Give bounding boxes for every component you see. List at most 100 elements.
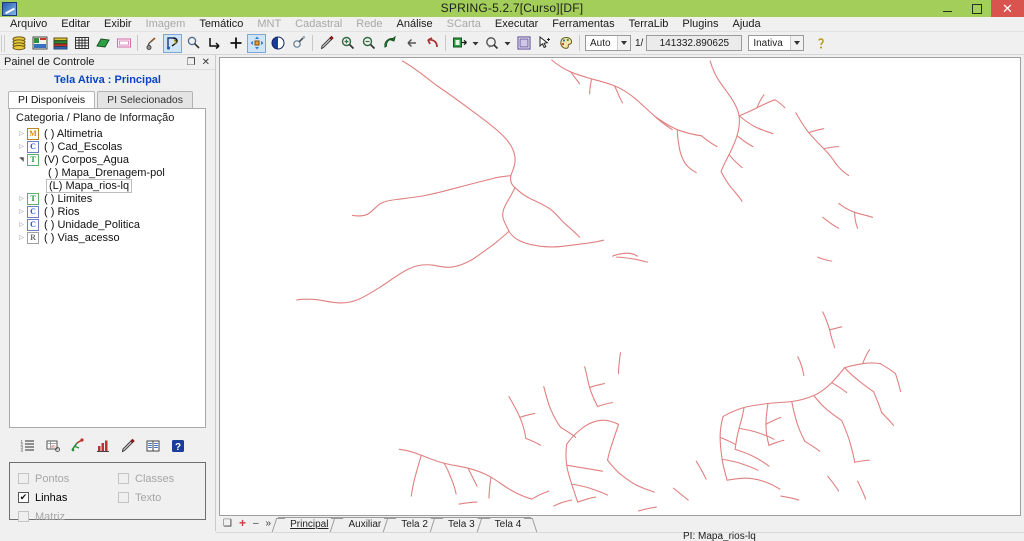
tree-item-cad-escolas[interactable]: C ( ) Cad_Escolas	[10, 140, 205, 153]
lista-icon[interactable]: 1 2 3 4	[15, 435, 40, 457]
toolbar-grip[interactable]	[1, 34, 6, 52]
menu-executar[interactable]: Executar	[488, 17, 545, 32]
exportar-icon[interactable]	[450, 34, 469, 53]
checkbox-label: Matriz	[35, 510, 65, 523]
tree-item-rios[interactable]: C ( ) Rios	[10, 205, 205, 218]
menu-scarta: SCarta	[446, 17, 481, 30]
lapis-vermelho-icon[interactable]	[317, 34, 336, 53]
expand-chevron-icon[interactable]	[16, 234, 27, 241]
menu-editar[interactable]: Editar	[54, 17, 97, 32]
maximize-button[interactable]	[962, 0, 991, 17]
window-controls: ✕	[933, 0, 1024, 17]
next-screen-icon[interactable]: »	[266, 518, 272, 529]
modelo-dados-icon[interactable]	[51, 34, 70, 53]
zoom-out-icon[interactable]	[359, 34, 378, 53]
minimize-button[interactable]	[933, 0, 962, 17]
expand-chevron-icon[interactable]	[16, 195, 27, 202]
poligono-icon[interactable]	[93, 34, 112, 53]
zoom-in-icon[interactable]	[338, 34, 357, 53]
pan-icon[interactable]	[247, 33, 266, 53]
checkbox-pontos[interactable]: Pontos	[18, 469, 118, 488]
exportar-dropdown-icon[interactable]	[471, 34, 480, 53]
menu-exibir[interactable]: Exibir	[97, 17, 139, 32]
expand-chevron-icon[interactable]	[16, 208, 27, 215]
info-icon[interactable]	[268, 34, 287, 53]
banco-dados-icon[interactable]	[9, 34, 28, 53]
borracha-icon[interactable]	[289, 34, 308, 53]
map-canvas-area[interactable]	[217, 55, 1024, 516]
state-select[interactable]: Inativa	[748, 35, 805, 51]
voltar-icon[interactable]	[401, 34, 420, 53]
menu-terralib[interactable]: TerraLib	[622, 17, 676, 32]
tabela-icon[interactable]: ab	[40, 435, 65, 457]
tab-pi-disponiveis[interactable]: PI Disponíveis	[8, 91, 96, 109]
pincel-icon[interactable]	[142, 34, 161, 53]
menu-ajuda[interactable]: Ajuda	[725, 17, 767, 32]
menu-ferramentas[interactable]: Ferramentas	[545, 17, 621, 32]
lupa-dropdown-icon[interactable]	[503, 34, 512, 53]
lupa-area-icon[interactable]	[482, 34, 501, 53]
tree-item-limites[interactable]: T ( ) Limites	[10, 192, 205, 205]
checkbox-classes[interactable]: Classes	[118, 469, 218, 488]
title-bar: SPRING-5.2.7[Curso][DF] ✕	[0, 0, 1024, 17]
seta-canto-icon[interactable]	[205, 34, 224, 53]
toolbar-separator-3	[445, 35, 446, 51]
selecao-icon[interactable]	[535, 34, 554, 53]
tree-item-label: ( ) Vias_acesso	[44, 231, 120, 244]
tree-item-altimetria[interactable]: M ( ) Altimetria	[10, 127, 205, 140]
cruz-icon[interactable]	[226, 34, 245, 53]
desfazer-icon[interactable]	[422, 34, 441, 53]
visual-icon[interactable]	[65, 435, 90, 457]
checkbox-matriz[interactable]: Matriz	[18, 507, 118, 526]
panel-undock-icon[interactable]: ❐	[187, 57, 196, 68]
collapse-chevron-icon[interactable]	[16, 156, 27, 163]
mode-select[interactable]: Auto	[585, 35, 631, 51]
window-title: SPRING-5.2.7[Curso][DF]	[440, 1, 584, 15]
projeto-icon[interactable]	[30, 34, 49, 53]
checkbox-texto[interactable]: Texto	[118, 488, 218, 507]
grade-icon[interactable]	[72, 34, 91, 53]
tree-item-mapa-drenagem-pol[interactable]: ( ) Mapa_Drenagem-pol	[10, 166, 205, 179]
zoom-area-icon[interactable]	[380, 34, 399, 53]
checkbox-label: Classes	[135, 472, 175, 485]
caneta-icon[interactable]	[115, 435, 140, 457]
add-screen-icon[interactable]: +	[239, 516, 246, 530]
expand-chevron-icon[interactable]	[16, 221, 27, 228]
menu-analise[interactable]: Análise	[390, 17, 440, 32]
screen-tab-tela-4[interactable]: Tela 4	[482, 517, 532, 532]
close-button[interactable]: ✕	[991, 0, 1024, 17]
menu-arquivo[interactable]: Arquivo	[3, 17, 54, 32]
checkbox-linhas[interactable]: ✔ Linhas	[18, 488, 118, 507]
tab-pi-selecionados[interactable]: PI Selecionados	[97, 91, 194, 108]
map-viewport[interactable]	[219, 57, 1021, 516]
tela-icon[interactable]	[114, 34, 133, 53]
edicao-vetorial-icon[interactable]	[163, 33, 182, 53]
remove-screen-icon[interactable]: –	[253, 518, 259, 529]
grafico-icon[interactable]	[90, 435, 115, 457]
paleta-icon[interactable]	[556, 34, 575, 53]
tree-item-label: ( ) Mapa_Drenagem-pol	[48, 166, 165, 179]
tree-item-vias-acesso[interactable]: R ( ) Vias_acesso	[10, 231, 205, 244]
layout-icon[interactable]	[514, 34, 533, 53]
expand-chevron-icon[interactable]	[16, 143, 27, 150]
toolbar-separator	[137, 35, 138, 51]
legenda-icon[interactable]	[140, 435, 165, 457]
ajuda-azul-icon[interactable]: ?	[165, 435, 190, 457]
tree-item-unidade-politica[interactable]: C ( ) Unidade_Politica	[10, 218, 205, 231]
new-screen-icon[interactable]: ❑	[223, 518, 232, 529]
panel-close-icon[interactable]: ✕	[202, 57, 210, 68]
pi-tree[interactable]: Categoria / Plano de Informação M ( ) Al…	[9, 108, 206, 428]
cursor-consulta-icon[interactable]	[184, 34, 203, 53]
checkbox-box	[118, 492, 129, 503]
tree-item-label-selected: (L) Mapa_rios-lq	[46, 178, 133, 193]
tree-item-corpos-agua[interactable]: T (V) Corpos_Agua	[10, 153, 205, 166]
menu-tematico[interactable]: Temático	[192, 17, 250, 32]
tree-item-label: (V) Corpos_Agua	[44, 153, 129, 166]
menu-plugins[interactable]: Plugins	[675, 17, 725, 32]
tree-item-mapa-rios-lq[interactable]: (L) Mapa_rios-lq	[10, 178, 205, 193]
control-panel-header: Painel de Controle ❐ ✕	[0, 55, 215, 70]
scale-field[interactable]: 141332.890625	[646, 35, 743, 51]
expand-chevron-icon[interactable]	[16, 130, 27, 137]
spring-application-window: SPRING-5.2.7[Curso][DF] ✕ Arquivo Editar…	[0, 0, 1024, 541]
help-icon[interactable]	[811, 34, 830, 53]
